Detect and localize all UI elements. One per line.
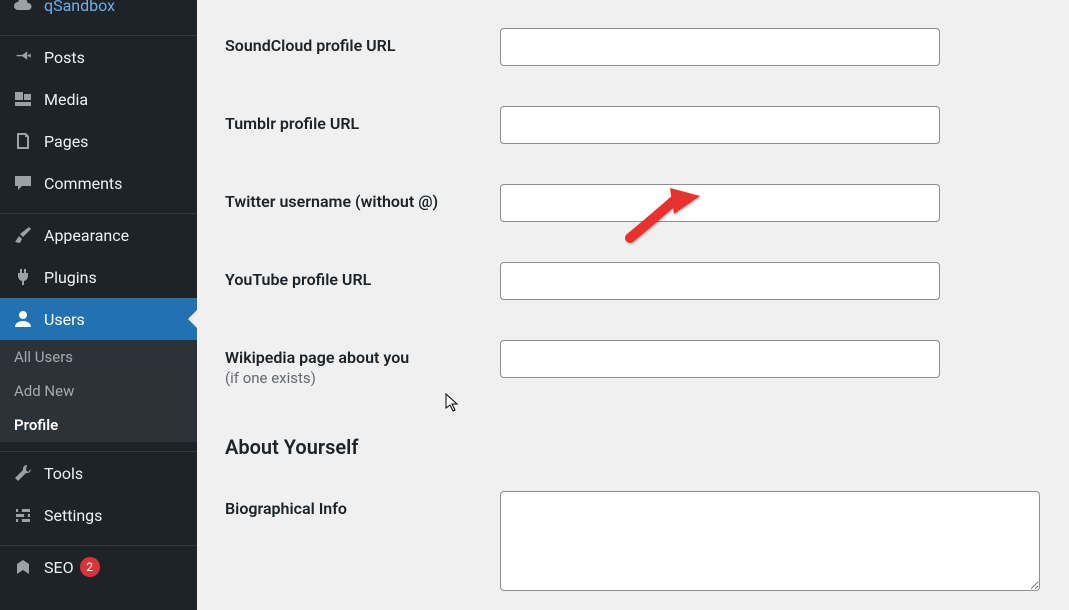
sidebar-label: Plugins bbox=[44, 268, 97, 287]
brush-icon bbox=[12, 224, 34, 246]
sidebar-item-qsandbox[interactable]: qSandbox bbox=[0, 0, 197, 26]
media-icon bbox=[12, 88, 34, 110]
sidebar-label: Media bbox=[44, 90, 88, 109]
wikipedia-label: Wikipedia page about you bbox=[225, 348, 409, 367]
wikipedia-sublabel: (if one exists) bbox=[225, 369, 500, 387]
form-row-twitter: Twitter username (without @) bbox=[225, 184, 1041, 222]
bio-label: Biographical Info bbox=[225, 499, 347, 518]
sidebar-item-appearance[interactable]: Appearance bbox=[0, 214, 197, 256]
wrench-icon bbox=[12, 462, 34, 484]
user-icon bbox=[12, 308, 34, 330]
sidebar-label: Tools bbox=[44, 464, 83, 483]
about-yourself-heading: About Yourself bbox=[225, 435, 1041, 459]
youtube-label: YouTube profile URL bbox=[225, 270, 371, 289]
submenu-add-new[interactable]: Add New bbox=[0, 374, 197, 408]
soundcloud-input[interactable] bbox=[500, 28, 940, 66]
soundcloud-label: SoundCloud profile URL bbox=[225, 36, 396, 55]
comments-icon bbox=[12, 172, 34, 194]
form-row-tumblr: Tumblr profile URL bbox=[225, 106, 1041, 144]
admin-sidebar: qSandbox Posts Media Pages Comments Appe… bbox=[0, 0, 197, 610]
form-row-youtube: YouTube profile URL bbox=[225, 262, 1041, 300]
sidebar-item-tools[interactable]: Tools bbox=[0, 452, 197, 494]
sidebar-label: Pages bbox=[44, 132, 88, 151]
seo-icon bbox=[12, 556, 34, 578]
sidebar-label: Posts bbox=[44, 48, 85, 67]
sidebar-item-comments[interactable]: Comments bbox=[0, 162, 197, 204]
bio-textarea[interactable] bbox=[500, 491, 1040, 591]
users-submenu: All Users Add New Profile bbox=[0, 340, 197, 442]
sidebar-item-pages[interactable]: Pages bbox=[0, 120, 197, 162]
form-row-soundcloud: SoundCloud profile URL bbox=[225, 28, 1041, 66]
sidebar-item-plugins[interactable]: Plugins bbox=[0, 256, 197, 298]
plug-icon bbox=[12, 266, 34, 288]
submenu-profile[interactable]: Profile bbox=[0, 408, 197, 442]
sidebar-label: Settings bbox=[44, 506, 102, 525]
form-row-bio: Biographical Info bbox=[225, 491, 1041, 591]
sidebar-item-users[interactable]: Users bbox=[0, 298, 197, 340]
sidebar-label: Users bbox=[44, 310, 85, 329]
twitter-input[interactable] bbox=[500, 184, 940, 222]
pin-icon bbox=[12, 46, 34, 68]
seo-badge: 2 bbox=[80, 557, 100, 577]
sidebar-item-posts[interactable]: Posts bbox=[0, 36, 197, 78]
cursor-icon bbox=[445, 393, 461, 413]
twitter-label: Twitter username (without @) bbox=[225, 192, 438, 211]
sidebar-item-seo[interactable]: SEO 2 bbox=[0, 546, 197, 588]
tumblr-label: Tumblr profile URL bbox=[225, 114, 359, 133]
sidebar-item-settings[interactable]: Settings bbox=[0, 494, 197, 536]
sidebar-label: qSandbox bbox=[44, 0, 115, 15]
sidebar-label: Appearance bbox=[44, 226, 129, 245]
tumblr-input[interactable] bbox=[500, 106, 940, 144]
settings-icon bbox=[12, 504, 34, 526]
cloud-icon bbox=[12, 0, 34, 16]
submenu-all-users[interactable]: All Users bbox=[0, 340, 197, 374]
sidebar-label: SEO bbox=[44, 558, 74, 577]
main-content: SoundCloud profile URL Tumblr profile UR… bbox=[197, 0, 1069, 610]
pages-icon bbox=[12, 130, 34, 152]
form-row-wikipedia: Wikipedia page about you (if one exists) bbox=[225, 340, 1041, 387]
youtube-input[interactable] bbox=[500, 262, 940, 300]
wikipedia-input[interactable] bbox=[500, 340, 940, 378]
sidebar-label: Comments bbox=[44, 174, 122, 193]
sidebar-item-media[interactable]: Media bbox=[0, 78, 197, 120]
